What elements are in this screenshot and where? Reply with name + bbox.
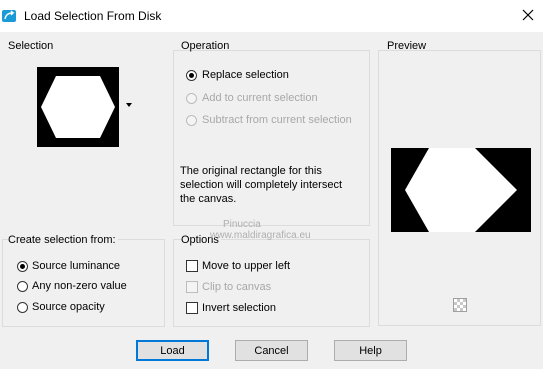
checkbox-move-to-upper-left[interactable] [186, 260, 198, 272]
source-opacity-label: Source opacity [32, 301, 105, 313]
load-button[interactable]: Load [136, 340, 209, 361]
cancel-button[interactable]: Cancel [235, 340, 308, 361]
note-line: The original rectangle for this [180, 165, 322, 177]
create-from-label: Create selection from: [8, 234, 118, 246]
clip-to-canvas-label: Clip to canvas [202, 281, 272, 293]
move-to-upper-left-label: Move to upper left [202, 260, 291, 272]
operation-note: The original rectangle for this selectio… [180, 164, 342, 206]
app-icon [2, 9, 16, 23]
invert-selection-label: Invert selection [202, 302, 276, 314]
replace-selection-label: Replace selection [202, 69, 289, 81]
radio-any-non-zero-value[interactable] [17, 281, 28, 292]
any-non-zero-value-label: Any non-zero value [32, 280, 127, 292]
operation-label: Operation [181, 40, 230, 52]
selection-thumbnail[interactable] [37, 67, 119, 147]
subtract-from-selection-label: Subtract from current selection [202, 114, 352, 126]
watermark-line-1: Pinuccia [223, 219, 261, 230]
radio-replace-selection[interactable] [186, 70, 197, 81]
close-icon [522, 9, 534, 21]
source-luminance-label: Source luminance [32, 260, 121, 272]
radio-source-luminance[interactable] [17, 261, 28, 272]
radio-add-to-selection[interactable] [186, 93, 197, 104]
chevron-down-icon[interactable] [126, 103, 132, 107]
transparency-icon[interactable] [453, 298, 467, 312]
add-to-selection-label: Add to current selection [202, 92, 318, 104]
window-title: Load Selection From Disk [24, 9, 162, 23]
help-button[interactable]: Help [334, 340, 407, 361]
close-button[interactable] [520, 7, 536, 23]
checkbox-invert-selection[interactable] [186, 302, 198, 314]
checkbox-clip-to-canvas[interactable] [186, 281, 198, 293]
preview-image [391, 148, 531, 232]
radio-subtract-from-selection[interactable] [186, 115, 197, 126]
watermark-line-2: www.maldiragrafica.eu [210, 230, 311, 241]
radio-source-opacity[interactable] [17, 302, 28, 313]
selection-label: Selection [8, 40, 54, 52]
note-line: the canvas. [180, 193, 237, 205]
preview-label: Preview [387, 40, 427, 52]
note-line: selection will completely intersect [180, 179, 343, 191]
